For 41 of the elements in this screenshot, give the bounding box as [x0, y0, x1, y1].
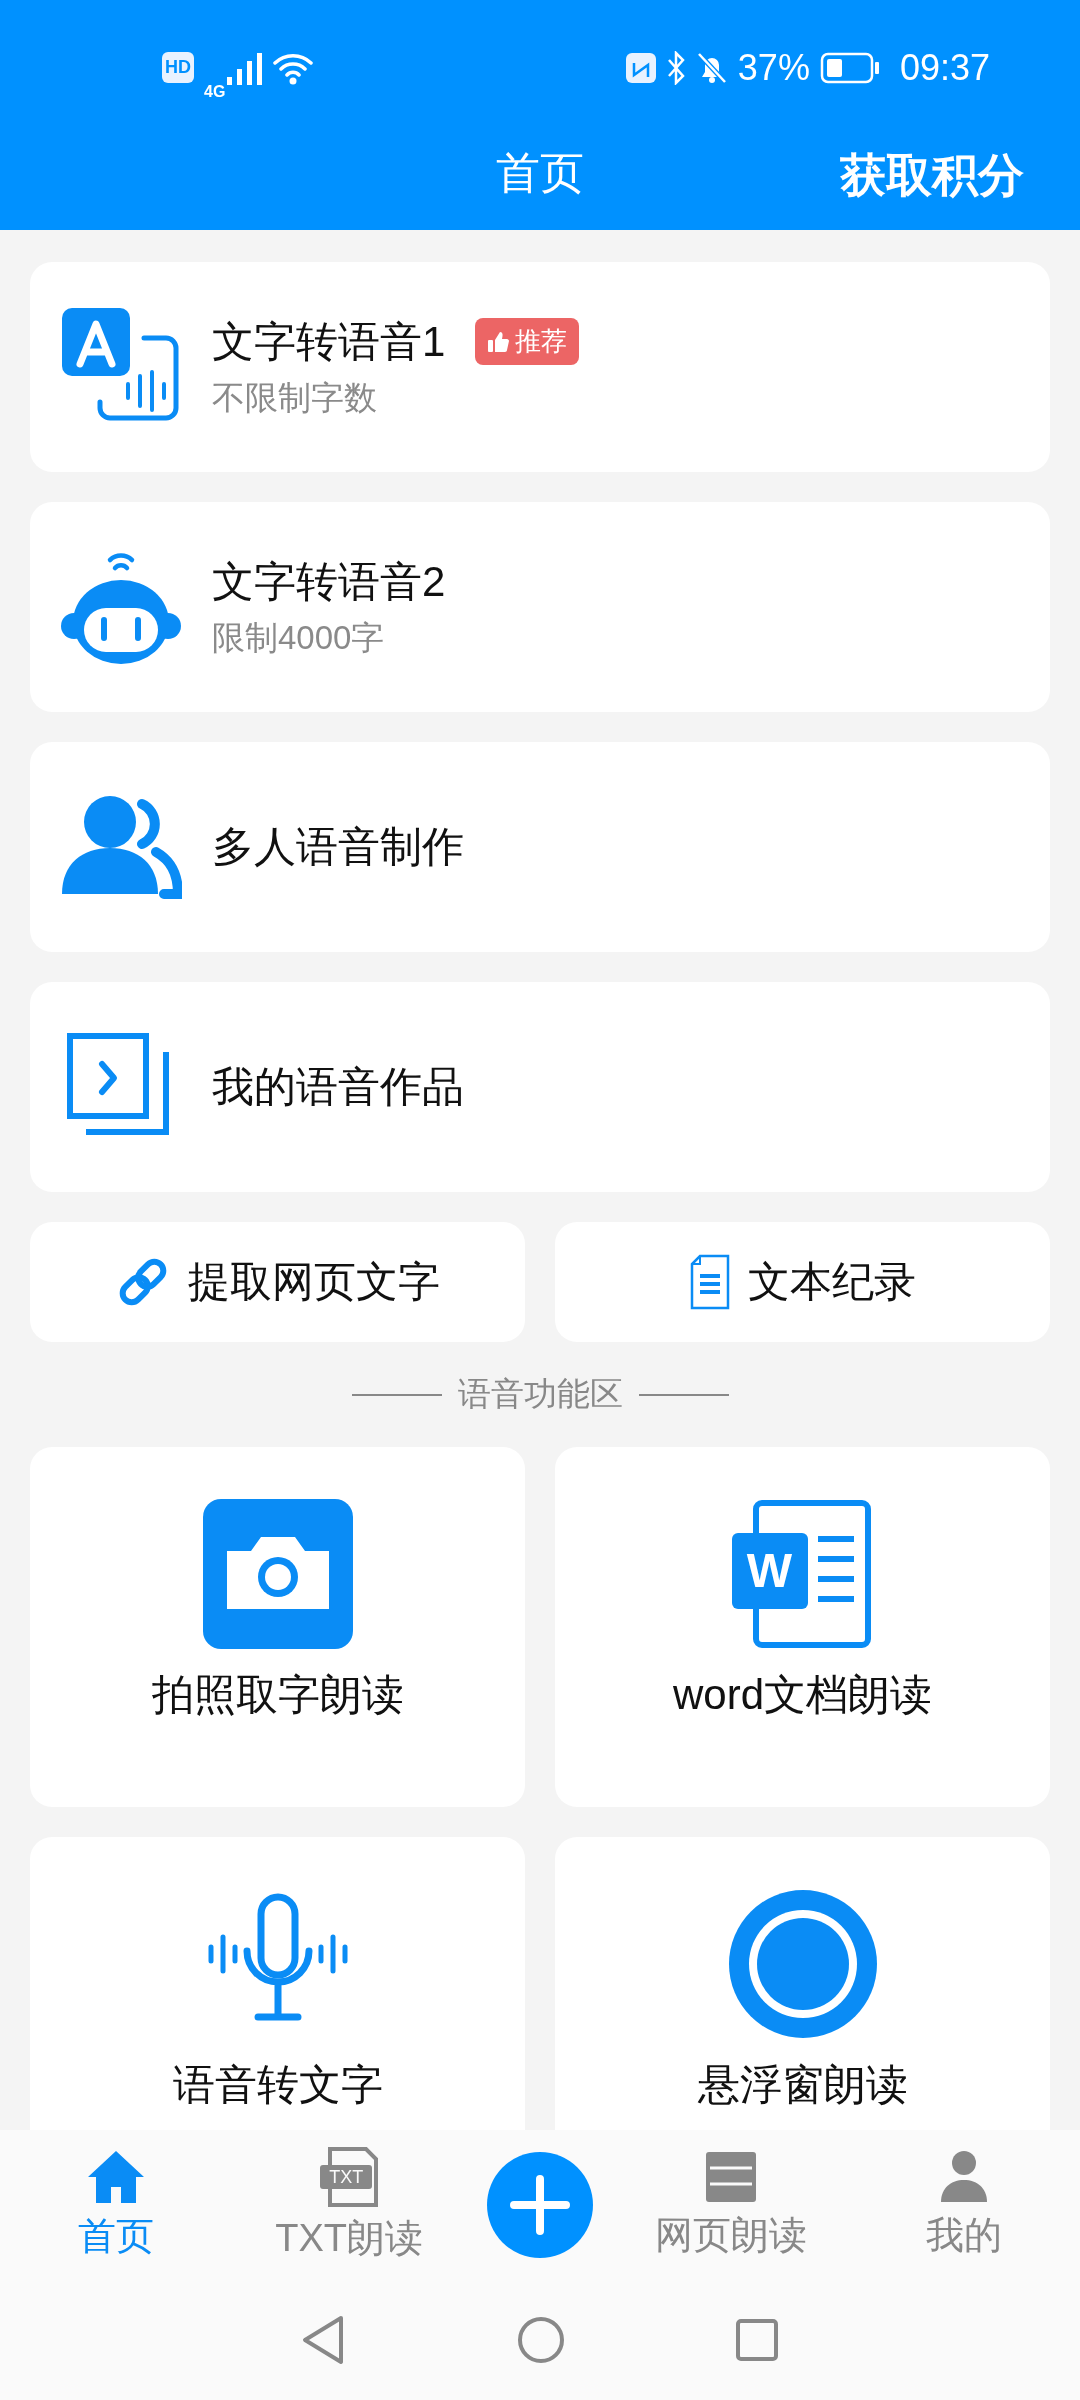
function-tile[interactable]: 拍照取字朗读 — [30, 1447, 525, 1807]
browser-window-icon — [703, 2149, 758, 2204]
tile-label: word文档朗读 — [672, 1670, 932, 1720]
page-title: 首页 — [496, 147, 584, 199]
card-title: 文字转语音1 — [212, 316, 446, 367]
card-title: 多人语音制作 — [212, 822, 464, 872]
card-subtitle: 不限制字数 — [212, 377, 378, 418]
status-time: 09:37 — [899, 46, 990, 89]
recents-icon[interactable] — [735, 2318, 779, 2362]
card-title: 我的语音作品 — [212, 1062, 464, 1112]
document-icon — [689, 1254, 730, 1310]
function-tile[interactable]: 语音转文字 — [30, 1837, 525, 2130]
function-tile[interactable]: W word文档朗读 — [555, 1447, 1050, 1807]
nfc-icon — [625, 52, 656, 83]
function-tile[interactable]: 悬浮窗朗读 — [555, 1837, 1050, 2130]
card-title: 文字转语音2 — [212, 556, 446, 607]
bell-muted-icon — [695, 50, 728, 85]
tile-label: 悬浮窗朗读 — [697, 2060, 908, 2110]
battery-percent: 37% — [737, 46, 810, 89]
feature-card[interactable]: 文字转语音2 限制4000字 — [30, 502, 1050, 712]
quick-action-button[interactable]: 文本纪录 — [555, 1222, 1050, 1342]
hd-badge: HD — [162, 52, 194, 83]
thumbs-up-icon — [487, 330, 510, 353]
plus-icon — [510, 2175, 570, 2235]
battery-icon — [819, 51, 880, 84]
camera-icon — [202, 1499, 353, 1649]
badge-label: 推荐 — [515, 325, 568, 358]
feature-card[interactable]: 文字转语音1 推荐 不限制字数 — [30, 262, 1050, 472]
signal-icon — [227, 50, 264, 85]
feature-card[interactable]: 我的语音作品 — [30, 982, 1050, 1192]
quick-action-button[interactable]: 提取网页文字 — [30, 1222, 525, 1342]
tile-label: 拍照取字朗读 — [151, 1670, 404, 1720]
tile-label: 语音转文字 — [172, 2060, 383, 2110]
network-type: 4G — [204, 82, 226, 101]
section-title: 语音功能区 — [457, 1374, 623, 1414]
home-circle-icon[interactable] — [517, 2316, 565, 2364]
record-circle-icon — [727, 1889, 878, 2039]
card-subtitle: 限制4000字 — [212, 617, 386, 658]
feature-card[interactable]: 多人语音制作 — [30, 742, 1050, 952]
bluetooth-icon — [665, 50, 686, 85]
person-icon — [940, 2149, 987, 2204]
